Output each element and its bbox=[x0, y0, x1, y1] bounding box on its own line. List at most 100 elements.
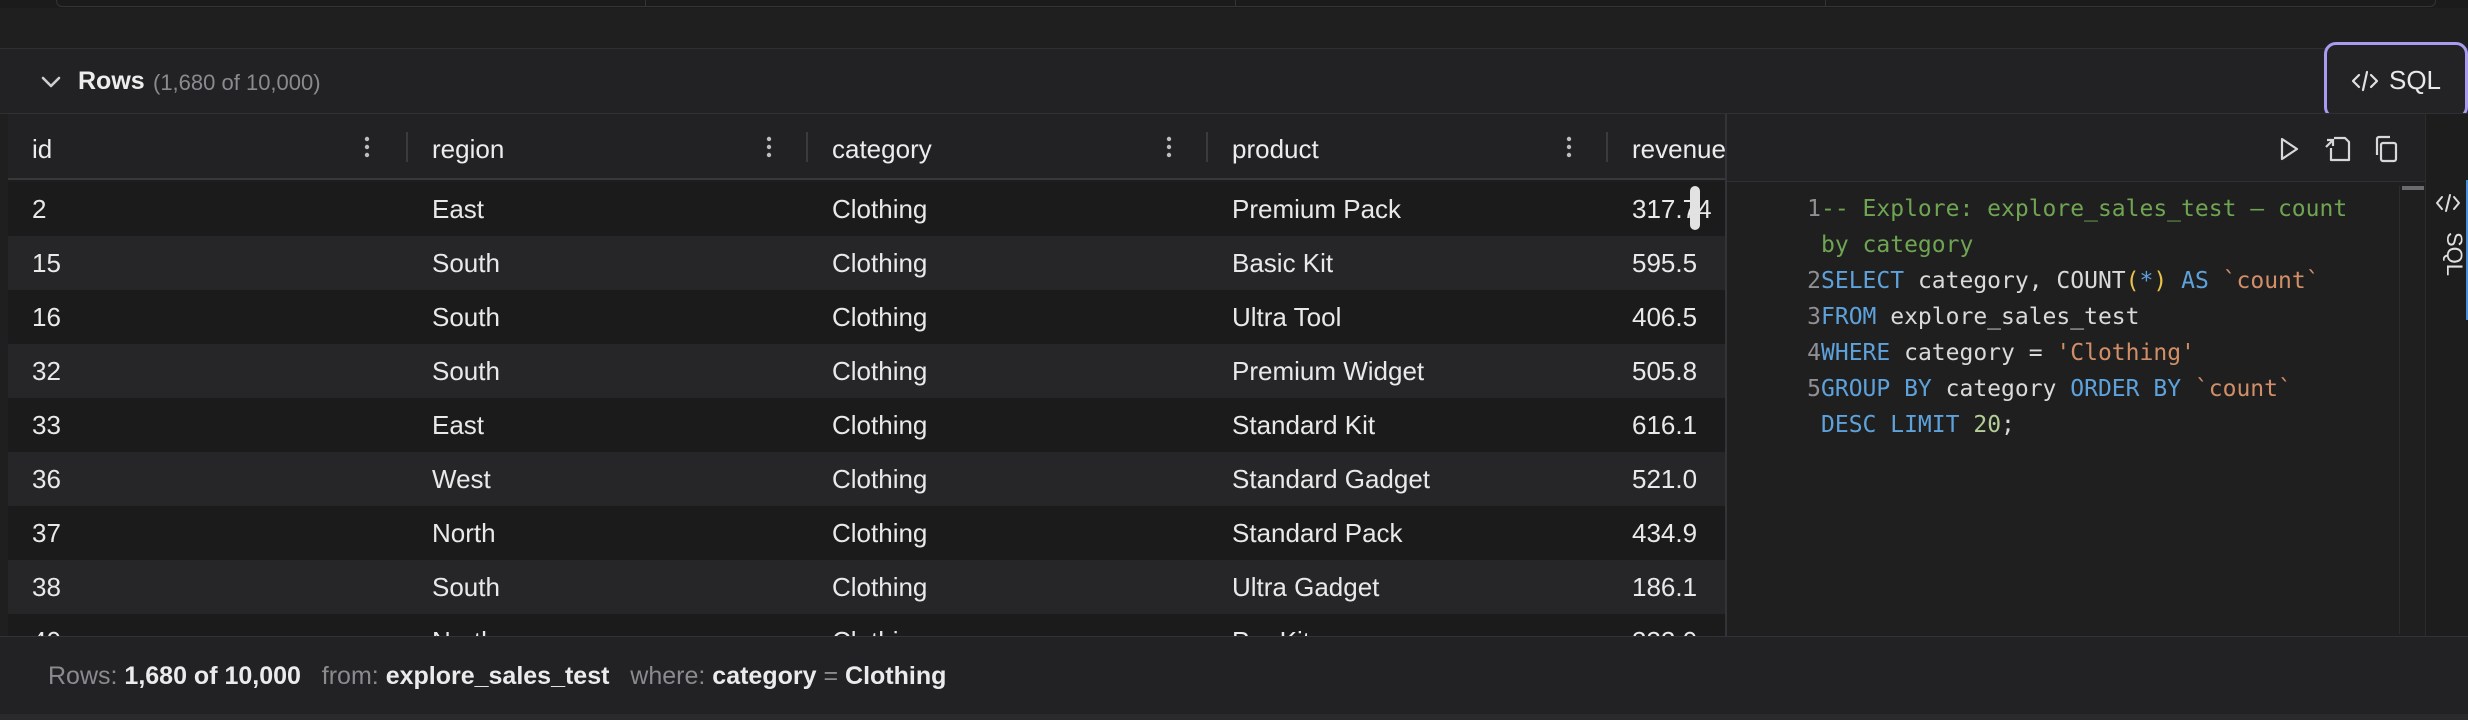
code-token: AS bbox=[2181, 268, 2209, 294]
table-row[interactable]: 38 South Clothing Ultra Gadget 186.1 bbox=[8, 560, 1725, 614]
cell-category: Clothing bbox=[832, 410, 928, 440]
code-token: 'Clothing' bbox=[2056, 340, 2195, 366]
kebab-menu-icon[interactable] bbox=[1164, 134, 1174, 160]
play-icon[interactable] bbox=[2273, 134, 2303, 164]
cell-revenue: 521.0 bbox=[1632, 464, 1698, 494]
line-number: 4 bbox=[1807, 340, 1821, 366]
table-row[interactable]: 37 North Clothing Standard Pack 434.9 bbox=[8, 506, 1725, 560]
code-token: ORDER BY bbox=[2070, 376, 2182, 402]
cell-revenue: 595.5 bbox=[1632, 248, 1698, 278]
column-label: id bbox=[32, 134, 53, 164]
cell-revenue: 505.8 bbox=[1632, 356, 1698, 386]
code-token: category bbox=[1931, 376, 2071, 402]
kebab-menu-icon[interactable] bbox=[362, 134, 372, 160]
sql-scrollbar-thumb[interactable] bbox=[2402, 186, 2424, 190]
status-from-key: from: bbox=[321, 662, 379, 690]
column-header-product[interactable]: product bbox=[1208, 114, 1608, 180]
line-number: 3 bbox=[1807, 304, 1821, 330]
cell-product: Premium Pack bbox=[1232, 194, 1402, 224]
sql-scrollbar[interactable] bbox=[2399, 186, 2425, 634]
export-icon[interactable] bbox=[2323, 134, 2353, 164]
code-line: GROUP BY category ORDER BY `count` bbox=[1821, 376, 2292, 402]
cell-product: Standard Kit bbox=[1232, 410, 1376, 440]
cell-revenue: 186.1 bbox=[1632, 572, 1698, 602]
status-where-op: = bbox=[823, 662, 839, 690]
rows-section-header: Rows (1,680 of 10,000) SQL bbox=[0, 42, 2468, 119]
cell-category: Clothing bbox=[832, 626, 927, 636]
code-token: GROUP BY bbox=[1821, 376, 1932, 402]
line-number: 5 bbox=[1807, 376, 1821, 402]
cell-product: Premium Widget bbox=[1232, 356, 1425, 386]
cell-region: West bbox=[432, 464, 491, 494]
table-row[interactable]: 15 South Clothing Basic Kit 595.5 bbox=[8, 236, 1725, 290]
cell-product: Standard Gadget bbox=[1232, 464, 1431, 494]
table-row[interactable]: 36 West Clothing Standard Gadget 521.0 bbox=[8, 452, 1725, 506]
column-header-revenue[interactable]: revenue bbox=[1608, 114, 1725, 180]
code-token: * bbox=[2139, 268, 2154, 294]
cell-region: East bbox=[432, 194, 485, 224]
table-row[interactable]: 2 East Clothing Premium Pack 317.74 bbox=[8, 182, 1725, 236]
code-token: FROM bbox=[1821, 304, 1877, 330]
code-token: 20 bbox=[1973, 412, 2002, 438]
column-header-id[interactable]: id bbox=[8, 114, 408, 180]
code-icon bbox=[2436, 194, 2460, 212]
status-where-field: category bbox=[712, 662, 817, 690]
code-token: `count` bbox=[2194, 376, 2292, 402]
status-summary: Rows: 1,680 of 10,000 from: explore_sale… bbox=[48, 662, 946, 691]
kebab-menu-icon[interactable] bbox=[1564, 134, 1574, 160]
cell-region: South bbox=[432, 572, 500, 602]
table-row[interactable]: 16 South Clothing Ultra Tool 406.5 bbox=[8, 290, 1725, 344]
column-header-region[interactable]: region bbox=[408, 114, 808, 180]
status-footer: Rows: 1,680 of 10,000 from: explore_sale… bbox=[0, 637, 2468, 714]
code-token: ( bbox=[2125, 268, 2140, 294]
column-label: revenue bbox=[1632, 134, 1725, 164]
chevron-down-icon[interactable] bbox=[40, 73, 62, 91]
code-line: WHERE category = 'Clothing' bbox=[1821, 340, 2195, 366]
cell-id: 40 bbox=[32, 626, 61, 636]
side-tab-label: SQL bbox=[2442, 232, 2467, 277]
cell-region: South bbox=[432, 356, 500, 386]
app-window: Rows (1,680 of 10,000) SQL id region cat… bbox=[0, 0, 2468, 720]
sql-code-editor[interactable]: 1 -- Explore: explore_sales_test – count… bbox=[1727, 184, 2387, 634]
table-row[interactable]: 40 North Clothing Pro Kit 332.0 bbox=[8, 614, 1725, 636]
grid-scrollbar-thumb[interactable] bbox=[1690, 186, 1700, 230]
code-line: by category bbox=[1821, 232, 1974, 258]
status-where-value: Clothing bbox=[845, 662, 947, 690]
cell-id: 33 bbox=[32, 410, 61, 440]
cell-revenue: 332.0 bbox=[1632, 626, 1697, 636]
code-line: DESC LIMIT 20; bbox=[1821, 412, 2015, 438]
status-rows-value: 1,680 of 10,000 bbox=[124, 662, 301, 690]
cell-revenue: 616.1 bbox=[1632, 410, 1698, 440]
copy-icon[interactable] bbox=[2371, 134, 2401, 164]
code-token: category, COUNT bbox=[1904, 268, 2126, 294]
grid-header: id region category product revenue bbox=[8, 114, 1725, 180]
line-number: 1 bbox=[1807, 196, 1821, 222]
column-header-category[interactable]: category bbox=[808, 114, 1208, 180]
code-token: ) bbox=[2153, 268, 2168, 294]
cell-id: 37 bbox=[32, 518, 61, 548]
cell-category: Clothing bbox=[832, 356, 928, 386]
cell-product: Basic Kit bbox=[1232, 248, 1334, 278]
code-line: SELECT category, COUNT(*) AS `count` bbox=[1821, 268, 2320, 294]
cell-product: Standard Pack bbox=[1232, 518, 1403, 548]
sql-side-tab[interactable]: SQL bbox=[2426, 180, 2468, 320]
cell-id: 16 bbox=[32, 302, 61, 332]
column-label: region bbox=[432, 134, 505, 164]
code-icon bbox=[2351, 70, 2379, 91]
cell-id: 38 bbox=[32, 572, 61, 602]
status-rows-key: Rows: bbox=[48, 662, 118, 690]
sql-toggle-button[interactable]: SQL bbox=[2324, 42, 2468, 119]
status-from-value: explore_sales_test bbox=[385, 662, 610, 690]
table-row[interactable]: 32 South Clothing Premium Widget 505.8 bbox=[8, 344, 1725, 398]
cell-region: East bbox=[432, 410, 485, 440]
cell-category: Clothing bbox=[832, 572, 928, 602]
rows-title: Rows bbox=[78, 67, 145, 95]
kebab-menu-icon[interactable] bbox=[764, 134, 774, 160]
cell-region: North bbox=[432, 518, 496, 548]
code-token: category = bbox=[1890, 340, 2057, 366]
table-row[interactable]: 33 East Clothing Standard Kit 616.1 bbox=[8, 398, 1725, 452]
